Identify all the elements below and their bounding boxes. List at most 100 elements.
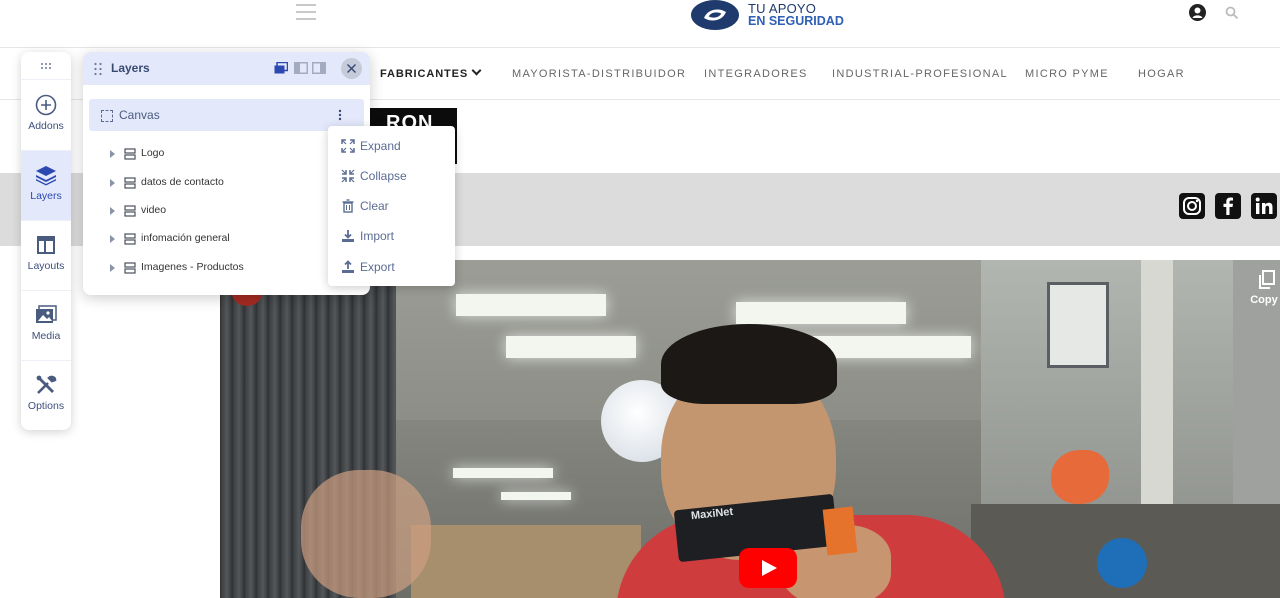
nav-item-integradores[interactable]: INTEGRADORES xyxy=(704,68,808,80)
layer-label: video xyxy=(141,204,167,216)
caret-right-icon[interactable] xyxy=(110,179,115,187)
layers-icon xyxy=(36,166,56,186)
nav-item-fabricantes[interactable]: FABRICANTES xyxy=(380,65,482,80)
nav-item-hogar[interactable]: HOGAR xyxy=(1138,68,1185,80)
canvas-label: Canvas xyxy=(119,108,160,122)
more-vertical-icon[interactable] xyxy=(334,108,346,122)
logo-line-2: EN SEGURIDAD xyxy=(748,14,844,28)
drag-handle-icon[interactable] xyxy=(21,52,71,80)
video-frame-detail xyxy=(661,324,837,404)
menu-item-label: Expand xyxy=(360,139,401,153)
chevron-down-icon xyxy=(471,65,482,76)
canvas-context-menu: Expand Collapse Clear Import Export xyxy=(328,126,455,286)
canvas-icon xyxy=(101,110,113,122)
layers-panel-header[interactable]: Layers xyxy=(83,52,370,85)
video-frame-detail xyxy=(456,294,606,316)
layer-row-imagenes-productos[interactable]: Imagenes - Productos xyxy=(109,258,339,278)
download-icon xyxy=(342,230,354,242)
layer-row-logo[interactable]: Logo xyxy=(109,144,339,164)
menu-item-clear[interactable]: Clear xyxy=(328,191,455,221)
caret-right-icon[interactable] xyxy=(110,207,115,215)
layout-icon xyxy=(37,236,55,254)
sidebar-item-label: Media xyxy=(31,330,61,342)
menu-item-import[interactable]: Import xyxy=(328,221,455,251)
nav-item-mayorista-distribuidor[interactable]: MAYORISTA-DISTRIBUIDOR xyxy=(512,68,686,80)
section-icon xyxy=(124,177,136,189)
layer-row-datos-de-contacto[interactable]: datos de contacto xyxy=(109,173,339,193)
nav-item-micro-pyme[interactable]: MICRO PYME xyxy=(1025,68,1109,80)
linkedin-icon[interactable] xyxy=(1251,193,1277,219)
nav-item-label: FABRICANTES xyxy=(380,68,469,80)
close-icon xyxy=(346,63,357,74)
upload-icon xyxy=(342,260,354,273)
youtube-play-icon xyxy=(762,560,777,576)
layer-label: Logo xyxy=(141,147,165,159)
video-frame-detail xyxy=(506,336,636,358)
expand-icon xyxy=(341,139,355,153)
layer-label: datos de contacto xyxy=(141,176,224,188)
section-icon xyxy=(124,205,136,217)
section-icon xyxy=(124,233,136,245)
video-frame-detail xyxy=(1097,538,1147,588)
hamburger-menu-icon[interactable] xyxy=(296,4,316,20)
close-button[interactable] xyxy=(341,58,362,79)
layer-canvas-row[interactable]: Canvas xyxy=(89,99,364,131)
sidebar-item-addons[interactable]: Addons xyxy=(21,81,71,151)
video-frame-detail xyxy=(411,525,641,598)
layer-row-informacion-general[interactable]: infomación general xyxy=(109,229,339,249)
menu-item-label: Clear xyxy=(360,199,389,213)
trash-icon xyxy=(342,199,354,213)
menu-item-label: Import xyxy=(360,229,395,243)
video-player[interactable]: MaxiNet Copy l xyxy=(220,260,1280,598)
site-header: TU APOYO EN SEGURIDAD xyxy=(0,0,1280,48)
site-logo[interactable]: TU APOYO EN SEGURIDAD xyxy=(690,0,844,30)
sidebar-item-layers[interactable]: Layers xyxy=(21,151,71,221)
editor-sidebar: Addons Layers Layouts Media Options xyxy=(21,52,71,430)
sidebar-item-layouts[interactable]: Layouts xyxy=(21,221,71,291)
menu-item-label: Export xyxy=(360,260,395,274)
video-frame-detail xyxy=(822,506,858,556)
sidebar-item-label: Addons xyxy=(28,120,64,132)
user-account-icon[interactable] xyxy=(1189,4,1206,21)
copy-link-label: Copy l xyxy=(1250,294,1280,306)
youtube-play-button[interactable] xyxy=(739,548,797,588)
caret-right-icon[interactable] xyxy=(110,264,115,272)
search-icon[interactable] xyxy=(1225,6,1239,20)
menu-item-expand[interactable]: Expand xyxy=(328,131,455,161)
caret-right-icon[interactable] xyxy=(110,235,115,243)
video-frame-detail xyxy=(453,468,553,478)
instagram-icon[interactable] xyxy=(1179,193,1205,219)
nav-item-industrial-profesional[interactable]: INDUSTRIAL-PROFESIONAL xyxy=(832,68,1008,80)
sidebar-item-media[interactable]: Media xyxy=(21,291,71,361)
sidebar-item-label: Layouts xyxy=(27,260,65,272)
drag-handle-icon[interactable] xyxy=(93,62,103,76)
caret-right-icon[interactable] xyxy=(110,150,115,158)
logo-mark-icon xyxy=(691,0,739,30)
menu-item-label: Collapse xyxy=(360,169,407,183)
panel-title: Layers xyxy=(111,61,150,75)
wrench-icon xyxy=(36,375,57,394)
collapse-icon xyxy=(341,169,355,183)
sidebar-item-options[interactable]: Options xyxy=(21,361,71,430)
section-icon xyxy=(124,262,136,274)
logo-text: TU APOYO EN SEGURIDAD xyxy=(748,2,844,28)
video-frame-detail xyxy=(1051,450,1109,504)
plus-circle-icon xyxy=(35,94,57,116)
dock-left-icon[interactable] xyxy=(294,62,308,74)
menu-item-collapse[interactable]: Collapse xyxy=(328,161,455,191)
layer-label: Imagenes - Productos xyxy=(141,261,244,273)
layers-panel: Layers Canvas Logo datos de contacto vid… xyxy=(83,52,370,295)
section-icon xyxy=(124,148,136,160)
video-frame-detail xyxy=(501,492,571,500)
copy-link-button[interactable]: Copy l xyxy=(1247,270,1280,306)
dock-right-icon[interactable] xyxy=(312,62,326,74)
sidebar-item-label: Layers xyxy=(30,190,62,202)
video-frame-detail xyxy=(301,470,431,598)
menu-item-export[interactable]: Export xyxy=(328,252,455,282)
layer-label: infomación general xyxy=(141,232,230,244)
layer-row-video[interactable]: video xyxy=(109,201,339,221)
float-panel-icon[interactable] xyxy=(274,62,288,74)
video-frame-detail xyxy=(736,302,906,324)
copy-icon xyxy=(1259,270,1275,289)
facebook-icon[interactable] xyxy=(1215,193,1241,219)
